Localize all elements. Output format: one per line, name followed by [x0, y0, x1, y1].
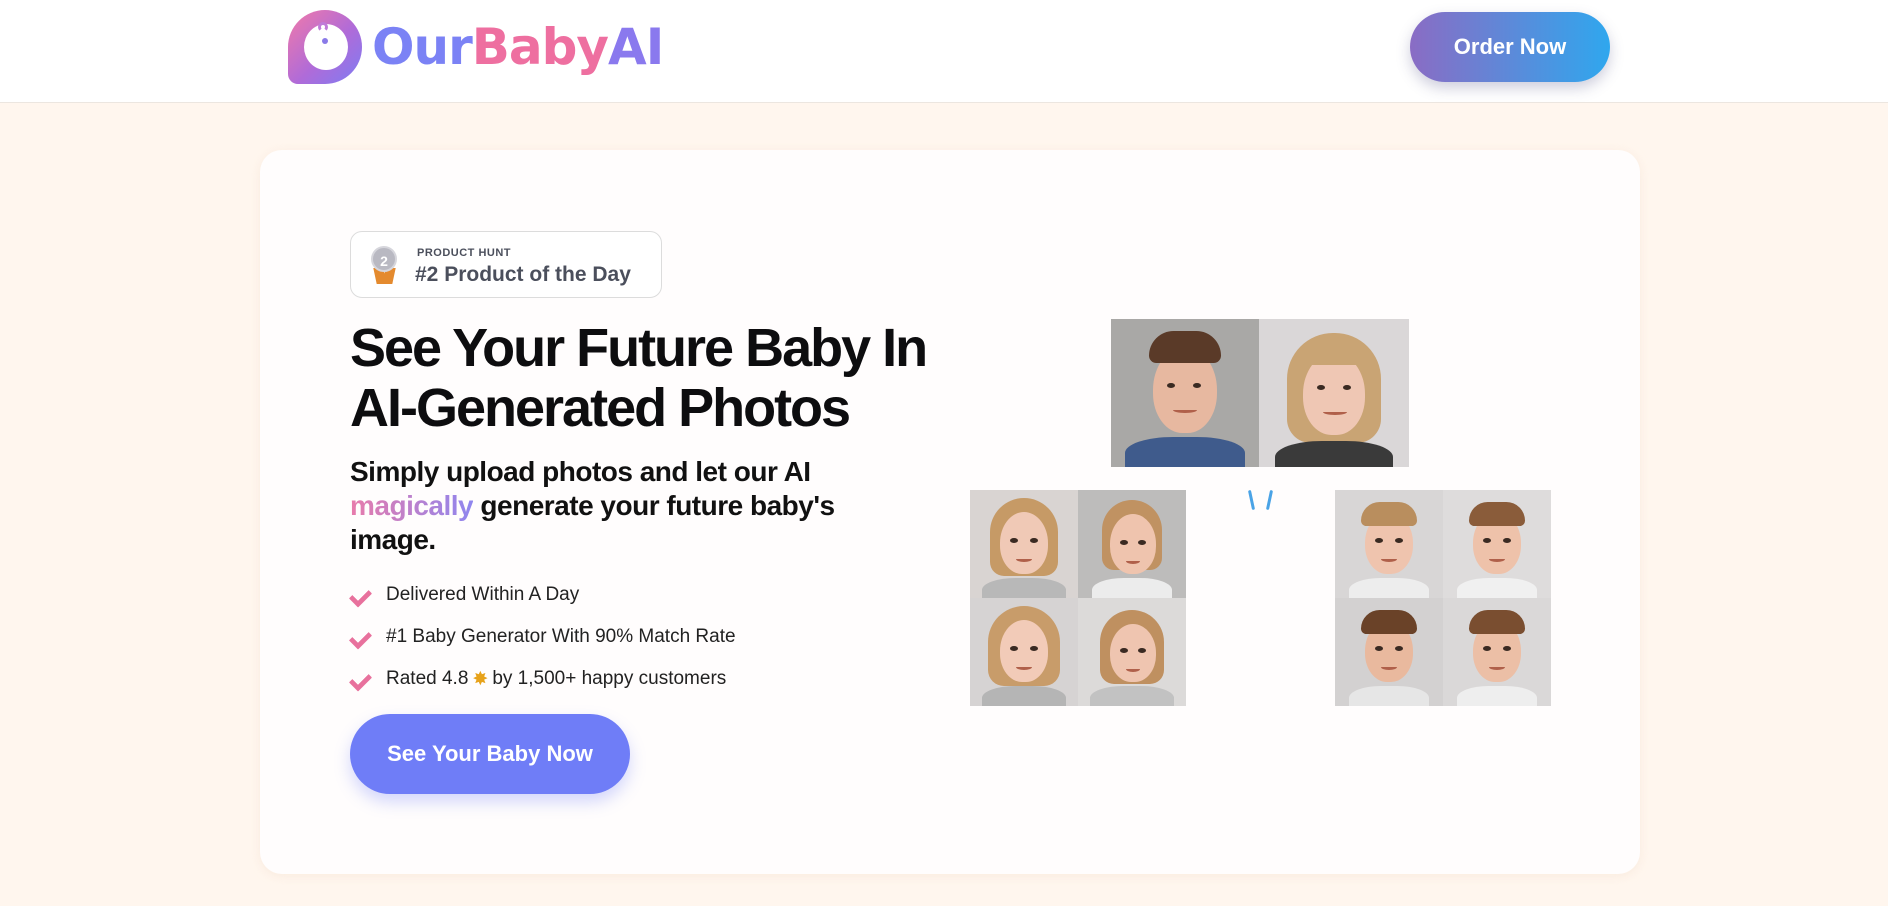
- logo[interactable]: OurBabyAI: [288, 10, 664, 84]
- product-hunt-badge[interactable]: 2 PRODUCT HUNT #2 Product of the Day: [350, 231, 662, 298]
- boy-photo-4: [1443, 598, 1551, 706]
- feature-item: Delivered Within A Day: [350, 574, 870, 616]
- star-icon: ✸: [472, 668, 489, 690]
- feature-list: Delivered Within A Day #1 Baby Generator…: [350, 574, 870, 700]
- mother-photo: [1259, 319, 1409, 467]
- boy-photo-2: [1443, 490, 1551, 598]
- feature-text-rating: Rated 4.8: [386, 668, 469, 689]
- badge-title: #2 Product of the Day: [415, 263, 631, 286]
- feature-text-customers: by 1,500+ happy customers: [492, 668, 727, 689]
- logo-text-baby: Baby: [471, 18, 609, 76]
- see-your-baby-button[interactable]: See Your Baby Now: [350, 714, 630, 794]
- headline-line-2: AI-Generated Photos: [350, 378, 851, 438]
- feature-text: Delivered Within A Day: [386, 584, 580, 605]
- feature-text: #1 Baby Generator With 90% Match Rate: [386, 626, 736, 647]
- logo-wordmark: OurBabyAI: [372, 22, 664, 72]
- medal-number: 2: [371, 246, 397, 272]
- medal-icon: 2: [369, 246, 399, 286]
- check-icon: [350, 584, 372, 606]
- logo-text-our: Our: [372, 18, 473, 76]
- father-photo: [1111, 319, 1259, 467]
- boy-photo-1: [1335, 490, 1443, 598]
- hero-headline: See Your Future Baby In AI-Generated Pho…: [350, 318, 930, 438]
- baby-face-icon: [288, 10, 362, 84]
- check-icon: [350, 626, 372, 648]
- order-now-button[interactable]: Order Now: [1410, 12, 1610, 82]
- girl-photo-1: [970, 490, 1078, 598]
- hero-subtitle: Simply upload photos and let our AI magi…: [350, 455, 910, 557]
- arrows-icon: [1244, 489, 1278, 514]
- girl-photo-3: [970, 598, 1078, 706]
- girl-photo-2: [1078, 490, 1186, 598]
- check-icon: [350, 668, 372, 690]
- subtitle-accent: magically: [350, 490, 474, 521]
- boy-photo-3: [1335, 598, 1443, 706]
- badge-kicker: PRODUCT HUNT: [417, 247, 511, 259]
- subtitle-text-before: Simply upload photos and let our AI: [350, 456, 811, 487]
- feature-item: Rated 4.8 ✸ by 1,500+ happy customers: [350, 658, 870, 700]
- logo-text-ai: AI: [608, 18, 664, 76]
- girl-photo-4: [1078, 598, 1186, 706]
- headline-line-1: See Your Future Baby In: [350, 318, 928, 378]
- site-header: OurBabyAI Order Now: [0, 0, 1888, 103]
- feature-item: #1 Baby Generator With 90% Match Rate: [350, 616, 870, 658]
